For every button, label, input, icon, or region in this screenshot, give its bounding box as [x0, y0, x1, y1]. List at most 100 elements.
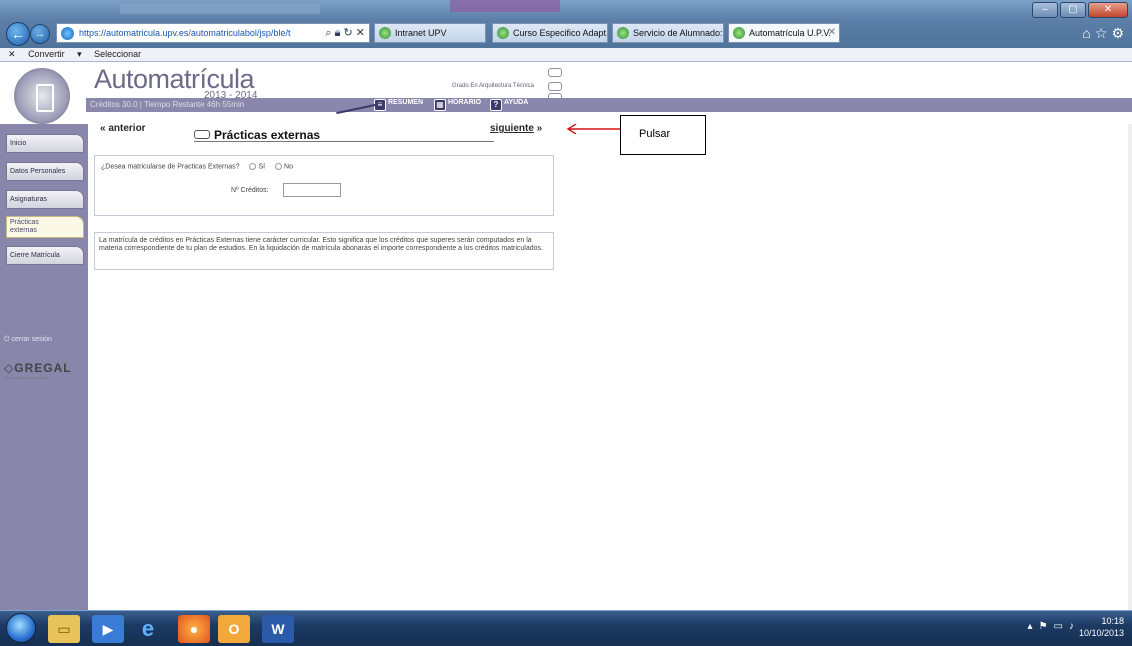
page-title-text: Prácticas externas [214, 128, 321, 142]
sidebar-item-practicas-externas[interactable]: Prácticas externas [6, 216, 84, 238]
blurred-area [450, 0, 560, 12]
toggle-box[interactable] [548, 82, 562, 91]
sidebar: Inicio Datos Personales Asignaturas Prác… [0, 124, 88, 610]
network-icon[interactable]: ▭ [1054, 621, 1069, 632]
lock-icon[interactable]: 🔒︎ [335, 27, 341, 39]
close-icon[interactable]: ✕ [8, 49, 16, 59]
command-bar: ✕ Convertir ▾ Seleccionar [0, 48, 1132, 62]
site-favicon-icon [61, 27, 74, 40]
page-scrollbar[interactable] [1128, 124, 1132, 610]
logout-label: cerrar sesión [11, 336, 52, 343]
credits-label: Nº Créditos: [231, 187, 269, 194]
stop-icon[interactable]: ✕ [356, 27, 365, 39]
tab-servicio[interactable]: Servicio de Alumnado: ... [612, 23, 724, 43]
sidebar-item-inicio[interactable]: Inicio [6, 134, 84, 153]
pointer-arrow-icon [566, 124, 620, 134]
minimize-button[interactable]: – [1032, 2, 1058, 18]
window-controls: – ▢ ✕ [1032, 2, 1128, 18]
tab-favicon-icon [617, 27, 629, 39]
search-icon[interactable]: ⌕ [325, 27, 331, 39]
summary-button[interactable]: ≡ RESUMEN [374, 99, 423, 111]
schedule-button[interactable]: ▦ HORARIO [434, 99, 481, 111]
favorites-icon[interactable]: ☆ [1095, 25, 1112, 41]
tab-label: Automatrícula U.P.V. [749, 28, 832, 38]
close-tab-icon[interactable]: ✕ [828, 27, 836, 38]
clock-date: 10/10/2013 [1078, 628, 1124, 638]
convert-menu[interactable]: Convertir ▾ [28, 49, 82, 59]
start-button[interactable] [6, 613, 36, 643]
maximize-button[interactable]: ▢ [1060, 2, 1086, 18]
tab-label: Servicio de Alumnado: ... [633, 28, 724, 38]
question-text: ¿Desea matricularse de Practicas Externa… [101, 163, 240, 171]
enrollment-panel: ¿Desea matricularse de Practicas Externa… [94, 155, 554, 216]
home-icon[interactable]: ⌂ [1082, 25, 1094, 41]
sidebar-item-asignaturas[interactable]: Asignaturas [6, 190, 84, 209]
system-tray: ▴⚑▭♪ [1028, 621, 1080, 632]
radio-yes[interactable] [249, 163, 257, 170]
expand-tray-icon[interactable]: ▴ [1028, 621, 1039, 632]
sidebar-item-label: Asignaturas [10, 196, 47, 203]
logout-link[interactable]: ⏻ cerrar sesión [4, 336, 52, 344]
select-button[interactable]: Seleccionar [94, 49, 141, 59]
enroll-question: ¿Desea matricularse de Practicas Externa… [101, 163, 293, 170]
page-title: Prácticas externas [194, 128, 494, 142]
sidebar-item-label: Datos Personales [10, 168, 66, 175]
address-bar[interactable]: https://automatricula.upv.es/automatricu… [56, 23, 370, 43]
gregal-tagline: estudiantes & tecnología [4, 375, 48, 380]
info-text: La matrícula de créditos en Prácticas Ex… [99, 237, 543, 253]
navigation-row: ← → https://automatricula.upv.es/automat… [0, 20, 1132, 48]
sidebar-item-label: Prácticas externas [10, 219, 39, 234]
help-button[interactable]: ? AYUDA [490, 99, 528, 111]
radio-no-label: No [284, 163, 293, 171]
firefox-icon[interactable]: ● [178, 615, 210, 643]
refresh-icon[interactable]: ↻ [344, 27, 353, 39]
tab-label: Intranet UPV [395, 28, 447, 38]
previous-link[interactable]: « anterior [100, 123, 146, 134]
clock-time: 10:18 [1101, 616, 1124, 626]
tab-intranet[interactable]: Intranet UPV [374, 23, 486, 43]
annotation-callout: Pulsar [620, 115, 706, 155]
clock[interactable]: 10:18 10/10/2013 [1079, 615, 1124, 639]
browser-titlebar: – ▢ ✕ ← → https://automatricula.upv.es/a… [0, 0, 1132, 50]
gear-icon[interactable]: ⚙︎ [1111, 25, 1128, 41]
next-label: siguiente [490, 123, 534, 134]
credits-info: Créditos 30.0 | Tiempo Restante 46h 55mi… [90, 100, 245, 109]
info-panel: La matrícula de créditos en Prácticas Ex… [94, 232, 554, 270]
radio-no[interactable] [275, 163, 283, 170]
taskbar: ▭ ▶ e ● O W ▴⚑▭♪ 10:18 10/10/2013 [0, 610, 1132, 646]
university-seal-icon [14, 68, 70, 124]
degree-name: Grado En Arquitectura Técnica [452, 83, 534, 89]
next-link[interactable]: siguiente » [490, 123, 542, 134]
section-box-icon [194, 130, 210, 139]
flag-icon[interactable]: ⚑ [1039, 621, 1054, 632]
summary-label: RESUMEN [388, 99, 424, 106]
convert-label: Convertir [28, 49, 65, 59]
folder-icon[interactable]: ▭ [48, 615, 80, 643]
header-bar: Créditos 30.0 | Tiempo Restante 46h 55mi… [86, 98, 1132, 112]
tab-label: Curso Especifico Adapt... [513, 28, 608, 38]
calendar-icon: ▦ [434, 99, 446, 111]
sidebar-item-datos-personales[interactable]: Datos Personales [6, 162, 84, 181]
credits-input[interactable] [283, 183, 341, 197]
browser-tools: ⌂☆⚙︎ [1082, 25, 1128, 42]
sidebar-item-cierre-matricula[interactable]: Cierre Matrícula [6, 246, 84, 265]
tab-favicon-icon [379, 27, 391, 39]
media-player-icon[interactable]: ▶ [92, 615, 124, 643]
gregal-brand: GREGAL [14, 361, 72, 375]
tab-favicon-icon [497, 27, 509, 39]
back-button[interactable]: ← [6, 22, 30, 46]
schedule-label: HORARIO [448, 99, 482, 106]
close-window-button[interactable]: ✕ [1088, 2, 1128, 18]
tab-curso[interactable]: Curso Especifico Adapt... [492, 23, 608, 43]
help-icon: ? [490, 99, 502, 111]
internet-explorer-icon[interactable]: e [132, 615, 164, 643]
address-tools: ⌕ 🔒︎ ↻ ✕ [325, 26, 365, 40]
forward-button[interactable]: → [30, 24, 50, 44]
outlook-icon[interactable]: O [218, 615, 250, 643]
blurred-area [120, 4, 320, 14]
gregal-logo: ◇GREGAL estudiantes & tecnología [4, 361, 72, 380]
word-icon[interactable]: W [262, 615, 294, 643]
page-content: Automatrícula 2013 - 2014 Grado En Arqui… [0, 62, 1132, 610]
tab-automatricula[interactable]: Automatrícula U.P.V. ✕ [728, 23, 840, 43]
toggle-box[interactable] [548, 68, 562, 77]
